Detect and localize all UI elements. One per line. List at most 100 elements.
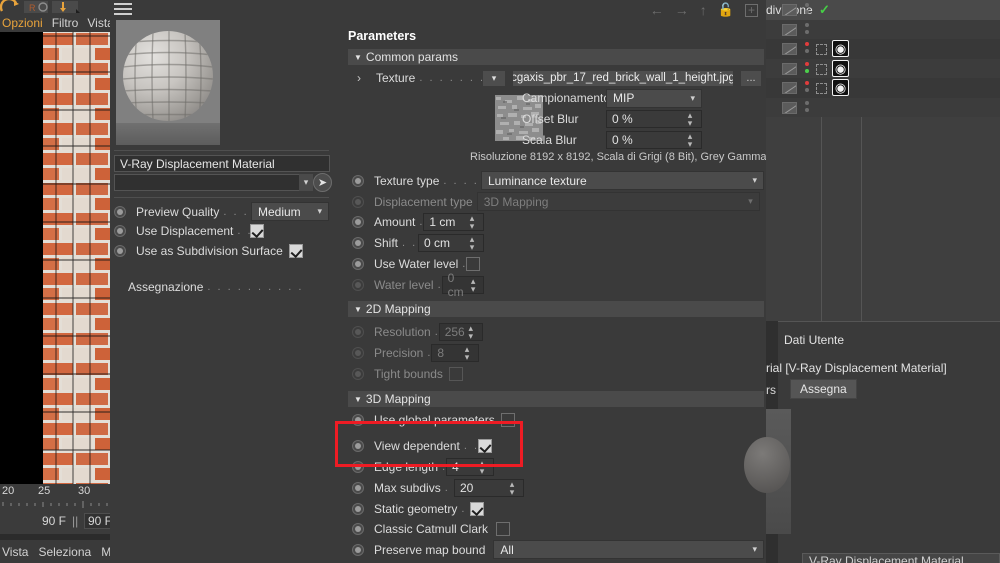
param-bullet-icon[interactable]: [352, 257, 364, 270]
object-manager-empty-area[interactable]: [766, 117, 1000, 321]
texture-type-combo[interactable]: Luminance texture ▾: [481, 171, 764, 190]
material-link-field[interactable]: [114, 174, 313, 191]
param-offset-blur[interactable]: Offset Blur 0 % ▴ ▾: [522, 110, 764, 128]
edge-length-field[interactable]: 4 ▴ ▾: [446, 457, 494, 476]
param-static-geometry[interactable]: Static geometry . . . . . .: [352, 500, 764, 517]
viewport-menubar[interactable]: Opzioni Filtro Vista: [0, 14, 114, 32]
layer-swatch-icon[interactable]: [782, 43, 797, 55]
texture-browse-button[interactable]: ...: [740, 69, 762, 87]
layer-swatch-icon[interactable]: [782, 82, 797, 94]
menu-item-opzioni[interactable]: Opzioni: [2, 16, 43, 30]
table-row[interactable]: ◉: [766, 39, 1000, 59]
dashed-selection-icon[interactable]: [816, 63, 827, 75]
param-classic-catmull-clark[interactable]: Classic Catmull Clark: [352, 520, 764, 537]
camera-aperture-icon[interactable]: ◉: [832, 79, 849, 96]
param-bullet-icon[interactable]: [352, 522, 364, 535]
preview-quality-combo[interactable]: Medium ▾: [251, 202, 329, 221]
param-shift[interactable]: Shift . . . . . . . . . . . 0 cm ▴▾: [352, 233, 764, 252]
visibility-dots[interactable]: [805, 42, 811, 56]
max-subdivs-field[interactable]: 20 ▴ ▾: [454, 478, 524, 497]
param-view-dependent[interactable]: View dependent . . . . . .: [352, 437, 764, 454]
param-bullet-icon[interactable]: [352, 236, 364, 249]
param-use-water-level[interactable]: Use Water level . .: [352, 255, 764, 272]
param-scala-blur[interactable]: Scala Blur 0 % ▴ ▾: [522, 131, 764, 149]
table-row[interactable]: ◉: [766, 59, 1000, 79]
menu-item-seleziona[interactable]: Seleziona: [38, 545, 91, 559]
camera-aperture-icon[interactable]: ◉: [832, 59, 849, 77]
param-bullet-icon[interactable]: [352, 502, 364, 515]
object-manager-header[interactable]: divisione ✓: [766, 0, 1000, 20]
param-max-subdivs[interactable]: Max subdivs . . . . . . . . 20 ▴▾: [352, 478, 764, 497]
shift-field[interactable]: 0 cm ▴ ▾: [418, 233, 484, 252]
top-toolbar-left[interactable]: R: [0, 0, 110, 14]
visibility-dots[interactable]: [805, 81, 811, 95]
visibility-dots[interactable]: [805, 22, 811, 37]
param-edge-length[interactable]: Edge length . . . . . . . 4 ▴▾: [352, 457, 764, 476]
visibility-dots[interactable]: [805, 61, 811, 76]
param-bullet-icon[interactable]: [352, 543, 364, 556]
layer-swatch-icon[interactable]: [782, 62, 797, 75]
param-bullet-icon[interactable]: [352, 460, 364, 473]
section-common-params[interactable]: ▼ Common params: [348, 49, 764, 65]
param-bullet-icon[interactable]: [352, 413, 364, 426]
table-row[interactable]: [766, 98, 1000, 118]
plus-box-icon[interactable]: +: [744, 3, 758, 17]
menu-item-filtro[interactable]: Filtro: [52, 16, 79, 30]
section-2d-mapping[interactable]: ▼ 2D Mapping: [348, 301, 764, 317]
dashed-selection-icon[interactable]: [816, 44, 827, 55]
frame-controls[interactable]: 90 F || 90 F: [0, 510, 114, 534]
spinner-icon[interactable]: ▴ ▾: [684, 132, 696, 149]
param-campionamento[interactable]: Campionamento MIP ▾: [522, 88, 764, 108]
static-geometry-checkbox[interactable]: [470, 501, 484, 516]
assegna-button[interactable]: Assegna: [790, 379, 857, 399]
padlock-icon[interactable]: 🔓: [718, 2, 734, 18]
offset-blur-field[interactable]: 0 % ▴ ▾: [606, 110, 702, 128]
param-preserve-map-bound[interactable]: Preserve map bound All ▾: [352, 540, 764, 559]
cursor-arrow-icon[interactable]: ➤: [313, 173, 332, 192]
table-row[interactable]: [766, 20, 1000, 58]
spinner-icon[interactable]: ▴ ▾: [476, 458, 488, 475]
texture-dropdown-button[interactable]: ▾: [482, 69, 506, 87]
classic-catmull-clark-checkbox[interactable]: [496, 521, 511, 536]
param-bullet-icon[interactable]: [352, 481, 364, 494]
param-bullet-icon[interactable]: [352, 215, 364, 228]
visibility-dots[interactable]: [805, 3, 811, 17]
timeline-tickmarks[interactable]: [0, 500, 110, 510]
section-3d-mapping[interactable]: ▼ 3D Mapping: [348, 391, 764, 407]
arrow-left-icon[interactable]: ←: [650, 2, 664, 18]
3d-viewport[interactable]: [0, 32, 110, 484]
table-row[interactable]: ◉: [766, 78, 1000, 98]
preserve-map-bound-combo[interactable]: All ▾: [493, 540, 764, 559]
menu-item-vista-bottom[interactable]: Vista: [2, 545, 28, 559]
param-amount[interactable]: Amount . . . . . . . . 1 cm ▴▾: [352, 212, 764, 231]
param-texture-type[interactable]: Texture type . . . . . Luminance texture…: [352, 171, 764, 190]
hamburger-icon[interactable]: [114, 3, 132, 16]
use-global-parameters-checkbox[interactable]: [500, 412, 515, 427]
arrow-up-icon[interactable]: ↑: [700, 2, 707, 18]
param-use-subdivision-surface[interactable]: Use as Subdivision Surface: [114, 243, 329, 258]
bottom-menubar[interactable]: Vista Seleziona Ma: [0, 540, 118, 563]
param-bullet-icon[interactable]: [114, 244, 126, 257]
frame-handle-icon[interactable]: ||: [72, 514, 78, 528]
param-use-displacement[interactable]: Use Displacement . . . . . . .: [114, 223, 329, 238]
tab-dati-utente[interactable]: Dati Utente: [784, 333, 844, 347]
param-bullet-icon[interactable]: [114, 224, 126, 237]
texture-row[interactable]: › Texture . . . . . . . . . . ▾ cgaxis_p…: [352, 69, 762, 87]
camera-aperture-icon[interactable]: ◉: [832, 40, 849, 57]
dashed-selection-icon[interactable]: [816, 83, 827, 94]
param-preview-quality[interactable]: Preview Quality . . . . . . . . Medium ▾: [114, 202, 329, 221]
navigation-icons[interactable]: ← → ↑ 🔓 +: [630, 0, 766, 20]
param-bullet-icon[interactable]: [352, 439, 364, 452]
current-frame-field[interactable]: 90 F: [18, 513, 70, 529]
chevron-down-icon[interactable]: ▾: [299, 174, 313, 191]
use-water-level-checkbox[interactable]: [466, 256, 481, 271]
use-subdivision-checkbox[interactable]: [288, 243, 303, 258]
param-use-global-parameters[interactable]: Use global parameters: [352, 411, 764, 428]
param-bullet-icon[interactable]: [114, 205, 126, 218]
amount-field[interactable]: 1 cm ▴ ▾: [423, 212, 484, 231]
use-displacement-checkbox[interactable]: [250, 223, 264, 238]
material-preview-thumbnail[interactable]: [116, 20, 220, 145]
layer-swatch-icon[interactable]: [782, 101, 797, 114]
spinner-icon[interactable]: ▴ ▾: [466, 213, 478, 230]
chevron-right-icon[interactable]: ›: [352, 71, 366, 85]
